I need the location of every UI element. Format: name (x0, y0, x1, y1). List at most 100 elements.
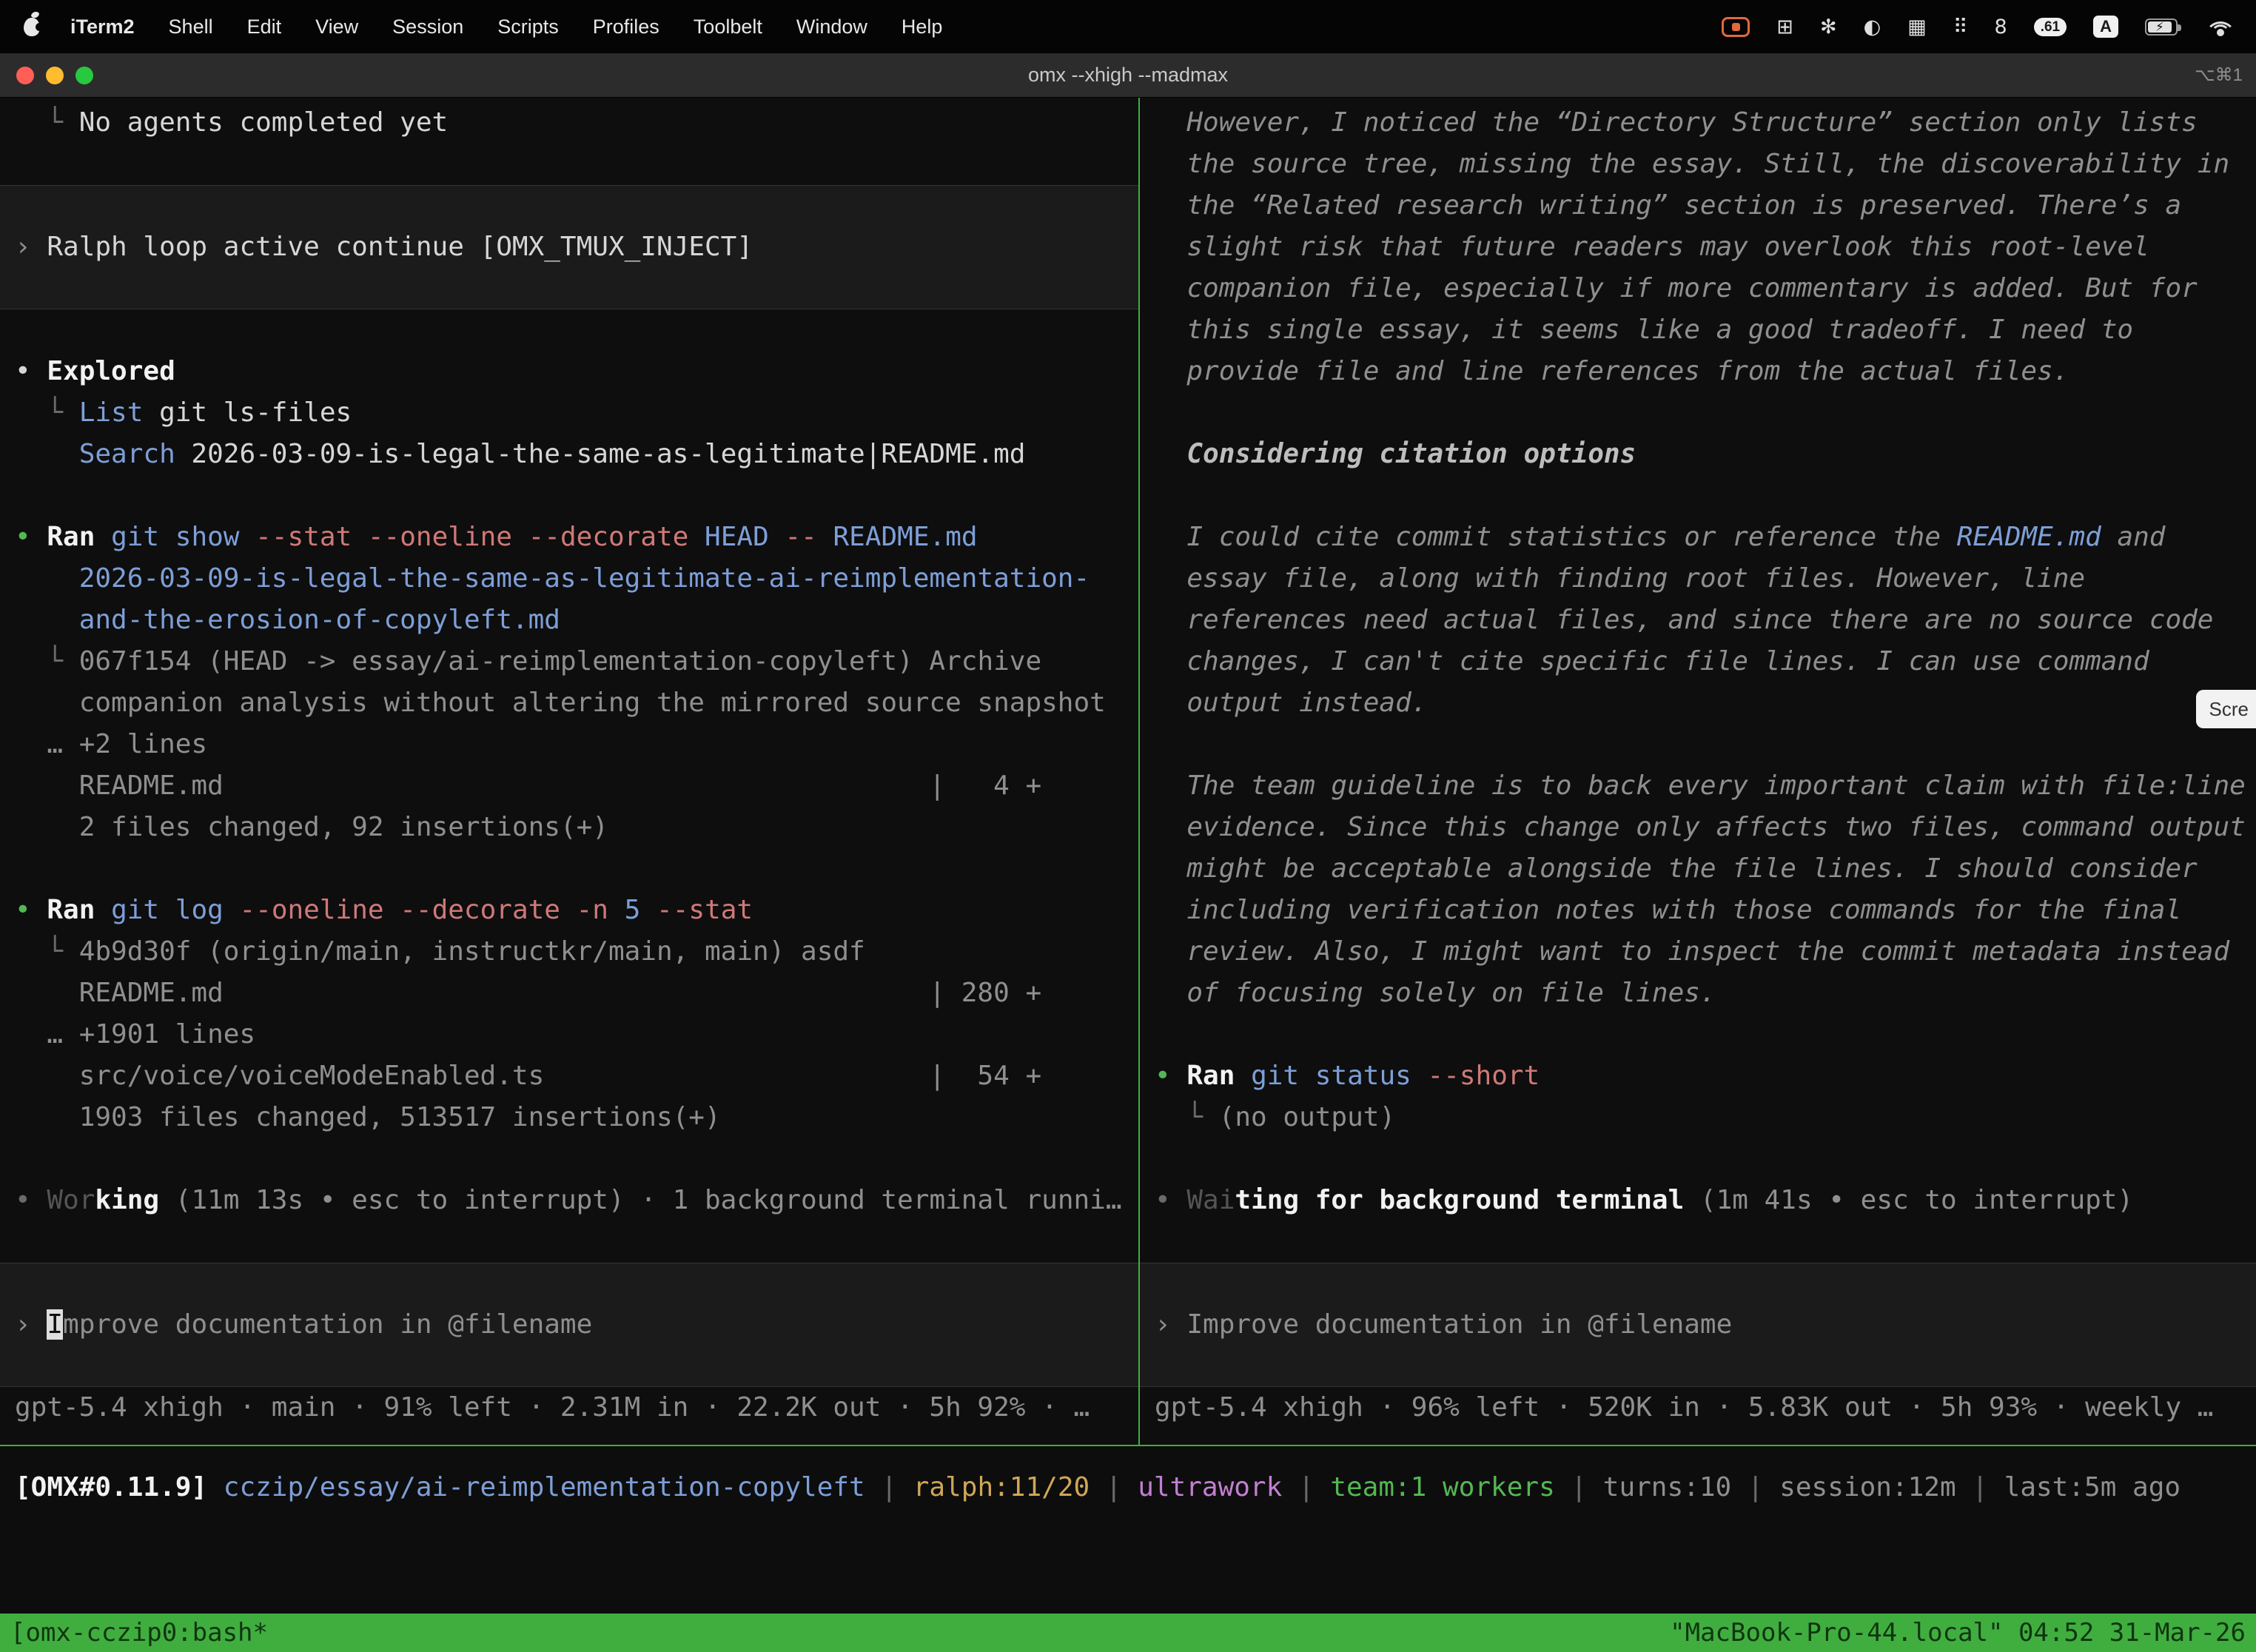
blue-app-icon[interactable]: ✻ (1820, 16, 1837, 38)
blank-line (1140, 724, 2256, 765)
screen-share-chip[interactable]: Scre (2196, 690, 2256, 728)
blank-line (1140, 1221, 2256, 1263)
wifi-icon[interactable] (2204, 16, 2237, 38)
text-segment: provide file and line references from th… (1155, 356, 2069, 386)
text-segment: git show (111, 522, 239, 552)
menu-window[interactable]: Window (779, 16, 884, 38)
omx-status-area: [OMX#0.11.9] cczip/essay/ai-reimplementa… (0, 1446, 2256, 1614)
text-segment: • (1155, 1061, 1186, 1091)
menu-iterm2[interactable]: iTerm2 (53, 16, 152, 38)
menu-session[interactable]: Session (375, 16, 480, 38)
minimize-button[interactable] (46, 67, 64, 84)
text-segment: --stat --oneline --decorate (255, 522, 688, 552)
menu-scripts[interactable]: Scripts (480, 16, 576, 38)
text-segment: I (47, 1309, 63, 1340)
text-segment: of focusing solely on file lines. (1155, 978, 1716, 1008)
menu-left: iTerm2ShellEditViewSessionScriptsProfile… (19, 16, 959, 38)
menu-shell[interactable]: Shell (152, 16, 230, 38)
desktop: iTerm2ShellEditViewSessionScriptsProfile… (0, 0, 2256, 1652)
text-segment (224, 895, 240, 925)
working-status-line: • Waiting for background terminal (1m 41… (1140, 1180, 2256, 1221)
text-segment: No agents completed yet (79, 107, 449, 138)
percent-badge[interactable]: .61 (2034, 18, 2067, 36)
text-segment (640, 895, 657, 925)
menu-view[interactable]: View (298, 16, 375, 38)
working-status-line: • Working (11m 13s • esc to interrupt) ·… (0, 1180, 1138, 1221)
text-segment (769, 522, 785, 552)
text-segment: HEAD (705, 522, 769, 552)
text-segment: 4b9d30f (origin/main, instructkr/main, m… (79, 936, 865, 967)
input-source-icon[interactable]: A (2093, 16, 2118, 38)
blank-line (0, 1138, 1138, 1180)
menu-help[interactable]: Help (884, 16, 960, 38)
thinking-line: including verification notes with those … (1140, 890, 2256, 931)
menu-toolbelt[interactable]: Toolbelt (677, 16, 779, 38)
text-segment: | (1282, 1472, 1330, 1502)
text-segment: review. Also, I might want to inspect th… (1155, 936, 2229, 967)
text-segment: companion file, especially if more comme… (1155, 273, 2198, 303)
text-segment: I could cite commit statistics or refere… (1155, 522, 1957, 552)
text-segment (688, 522, 705, 552)
close-button[interactable] (16, 67, 34, 84)
text-segment: • (15, 356, 47, 386)
blank-line (0, 144, 1138, 185)
prompt-input-box[interactable]: › Improve documentation in @filename (1140, 1263, 2256, 1387)
text-segment: 5 (625, 895, 641, 925)
diffstat-line: README.md | 280 + (0, 973, 1138, 1014)
count-8-icon[interactable]: 8 (1995, 16, 2007, 38)
text-segment: essay file, along with finding root file… (1155, 563, 2085, 594)
text-segment: git ls-files (143, 397, 352, 428)
text-segment: gpt-5.4 xhigh · main · 91% left · 2.31M … (15, 1392, 1090, 1423)
text-segment: └ (15, 646, 79, 676)
text-segment (95, 522, 111, 552)
text-segment: | (1956, 1472, 2004, 1502)
queued-message-box[interactable]: › Ralph loop active continue [OMX_TMUX_I… (0, 185, 1138, 309)
text-segment (1235, 1061, 1251, 1091)
text-segment: | (865, 1472, 913, 1502)
tool-detail-line: Search 2026-03-09-is-legal-the-same-as-l… (0, 434, 1138, 475)
text-segment: (11m 13s • esc to interrupt) · 1 backgro… (159, 1185, 1121, 1215)
diffstat-line: README.md | 4 + (0, 765, 1138, 807)
text-segment (15, 439, 79, 469)
text-segment: └ (15, 107, 79, 138)
tmux-pane-right[interactable]: However, I noticed the “Directory Struct… (1140, 98, 2256, 1445)
text-segment: › (15, 232, 47, 262)
text-segment: Ran (1186, 1061, 1235, 1091)
dots-grid-icon[interactable]: ⠿ (1953, 16, 1968, 38)
text-segment: (1m 41s • esc to interrupt) (1684, 1185, 2133, 1215)
text-segment (95, 895, 111, 925)
text-segment: (no output) (1219, 1102, 1395, 1132)
tmux-pane-left[interactable]: └ No agents completed yet › Ralph loop ac… (0, 98, 1138, 1445)
text-segment: including verification notes with those … (1155, 895, 2181, 925)
text-segment: git log (111, 895, 224, 925)
text-segment: Search (79, 439, 175, 469)
blank-line (1140, 475, 2256, 517)
tmux-panes: └ No agents completed yet › Ralph loop ac… (0, 98, 2256, 1446)
diffstat-line: src/voice/voiceModeEnabled.ts | 54 + (0, 1055, 1138, 1097)
text-segment: king (95, 1185, 159, 1215)
window-title-bar[interactable]: omx --xhigh --madmax ⌥⌘1 (0, 53, 2256, 98)
text-segment: • (15, 1185, 47, 1215)
screen-recording-indicator[interactable] (1722, 17, 1750, 37)
apple-menu-icon[interactable] (24, 18, 40, 36)
round-app-icon[interactable]: ◐ (1864, 16, 1881, 38)
text-segment: 2026-03-09-is-legal-the-same-as-legitima… (175, 439, 1026, 469)
thinking-line: references need actual files, and since … (1140, 600, 2256, 641)
zoom-button[interactable] (75, 67, 93, 84)
window-grid-icon[interactable]: ▦ (1907, 16, 1927, 38)
thinking-line: The team guideline is to back every impo… (1140, 765, 2256, 807)
tmux-status-bar: [omx-cczip0:bash* "MacBook-Pro-44.local"… (0, 1614, 2256, 1652)
tool-output-line: … +2 lines (0, 724, 1138, 765)
text-segment: -- (785, 522, 816, 552)
prompt-input-box[interactable]: › Improve documentation in @filename (0, 1263, 1138, 1387)
battery-icon[interactable]: ⚡ (2145, 19, 2178, 36)
text-segment: Explored (47, 356, 175, 386)
thinking-heading: Considering citation options (1140, 434, 2256, 475)
grid-app-icon[interactable]: ⊞ (1776, 16, 1793, 38)
text-segment: … +2 lines (15, 729, 207, 759)
menu-profiles[interactable]: Profiles (576, 16, 677, 38)
text-segment: Ralph loop active continue [OMX_TMUX_INJ… (47, 232, 753, 262)
text-segment: 2026-03-09-is-legal-the-same-as-legitima… (79, 563, 1090, 594)
text-segment: this single essay, it seems like a good … (1155, 315, 2133, 345)
menu-edit[interactable]: Edit (230, 16, 299, 38)
